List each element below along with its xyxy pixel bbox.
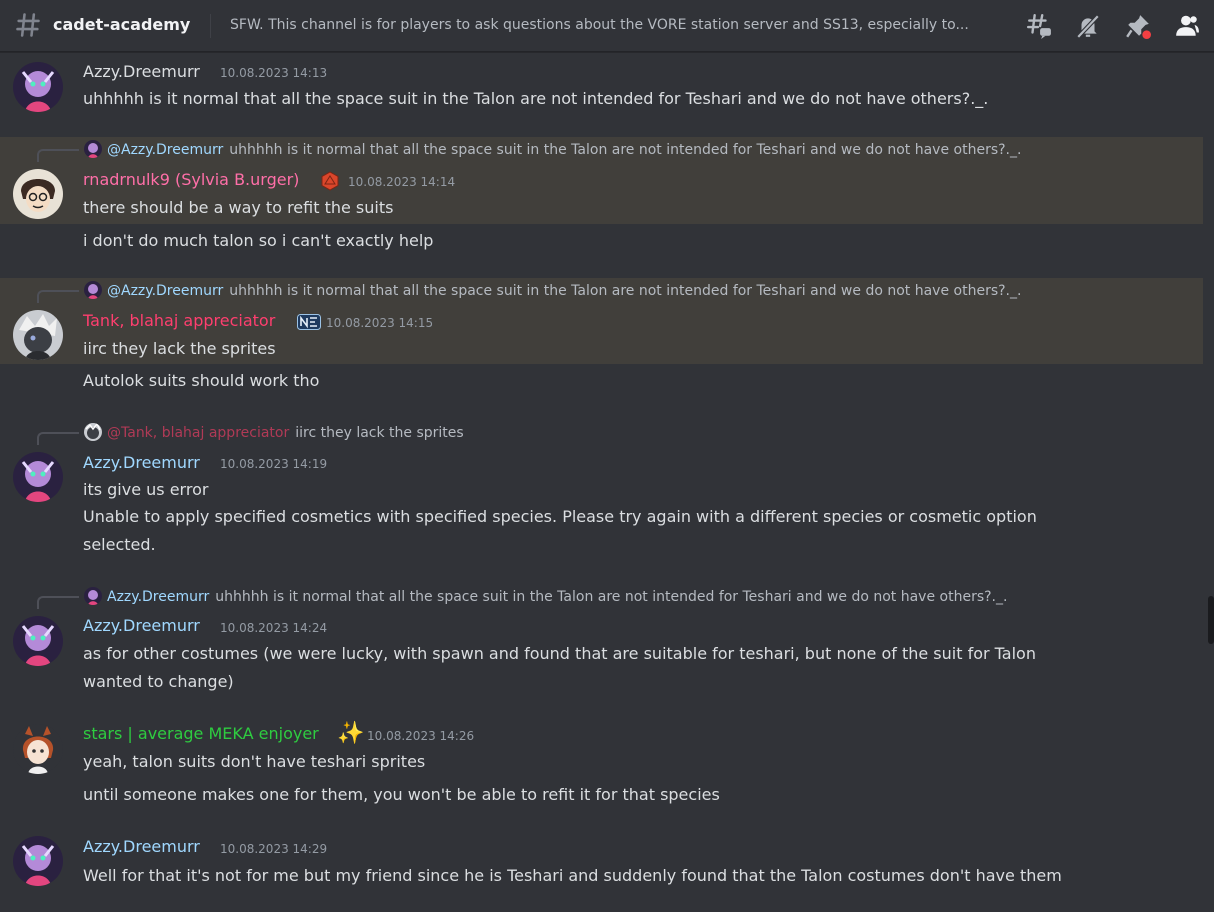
message-text: its give us error [83,480,209,499]
username[interactable]: Azzy.Dreemurr [83,453,200,472]
channel-header: cadet-academy SFW. This channel is for p… [0,0,1214,52]
avatar[interactable] [13,836,63,886]
timestamp: 10.08.2023 14:19 [220,457,328,471]
message[interactable]: @Tank, blahaj appreciator iirc they lack … [0,420,1203,562]
server-tag-icon [297,314,321,330]
message-text: uhhhhh is it normal that all the space s… [83,89,989,108]
avatar[interactable] [13,310,63,360]
timestamp: 10.08.2023 14:14 [348,175,456,189]
scrollbar-thumb[interactable] [1208,596,1214,644]
message-text: Unable to apply specified cosmetics with… [83,507,1037,526]
reply-author[interactable]: Azzy.Dreemurr [107,589,209,605]
message-text: wanted to change) [83,672,234,691]
reply-spine [37,149,79,162]
message-text: there should be a way to refit the suits [83,198,394,217]
username[interactable]: Azzy.Dreemurr [83,62,200,81]
reply-author[interactable]: @Tank, blahaj appreciator [107,425,289,441]
avatar[interactable] [13,616,63,666]
message-text: as for other costumes (we were lucky, wi… [83,644,1036,663]
d20-dice-icon [321,171,339,191]
reply-text[interactable]: uhhhhh is it normal that all the space s… [229,283,1021,299]
reply-text[interactable]: iirc they lack the sprites [295,425,463,441]
bell-muted-icon[interactable] [1075,13,1101,39]
message-followup[interactable]: Autolok suits should work tho [0,364,1203,398]
message-text: selected. [83,535,156,554]
avatar[interactable] [13,724,63,774]
avatar[interactable] [13,452,63,502]
reply-spine [37,290,79,303]
timestamp: 10.08.2023 14:24 [220,621,328,635]
reply-avatar [84,423,102,441]
reply-avatar [84,140,102,158]
timestamp: 10.08.2023 14:15 [326,316,434,330]
message-text: Well for that it's not for me but my fri… [83,866,1062,885]
timestamp: 10.08.2023 14:26 [367,729,475,743]
threads-icon[interactable] [1026,13,1052,39]
message-text: i don't do much talon so i can't exactly… [83,231,434,250]
avatar[interactable] [13,62,63,112]
reply-preview[interactable]: Azzy.Dreemurr uhhhhh is it normal that al… [84,587,1007,607]
username[interactable]: Azzy.Dreemurr [83,837,200,856]
message-text: Autolok suits should work tho [83,371,320,390]
username[interactable]: Azzy.Dreemurr [83,616,200,635]
reply-preview[interactable]: @Tank, blahaj appreciator iirc they lack … [84,423,464,443]
reply-spine [37,432,79,445]
message[interactable]: Azzy.Dreemurr 10.08.2023 14:13 uhhhhh is… [0,58,1203,116]
message-followup[interactable]: i don't do much talon so i can't exactly… [0,224,1203,258]
timestamp: 10.08.2023 14:13 [220,66,328,80]
reply-text[interactable]: uhhhhh is it normal that all the space s… [229,142,1021,158]
reply-avatar [84,281,102,299]
message[interactable]: stars | average MEKA enjoyer ✨ 10.08.202… [0,718,1203,814]
reply-preview[interactable]: @Azzy.Dreemurr uhhhhh is it normal that a… [84,281,1021,301]
sparkles-icon: ✨ [337,721,365,746]
channel-name: cadet-academy [53,15,191,34]
header-divider [210,14,211,38]
message-text: until someone makes one for them, you wo… [83,785,720,804]
message-text: yeah, talon suits don't have teshari spr… [83,752,426,771]
username[interactable]: Tank, blahaj appreciator [83,311,275,330]
message-text: iirc they lack the sprites [83,339,276,358]
hashtag-icon [16,13,40,37]
message[interactable]: @Azzy.Dreemurr uhhhhh is it normal that a… [0,137,1203,224]
members-icon[interactable] [1174,13,1200,39]
timestamp: 10.08.2023 14:29 [220,842,328,856]
reply-author[interactable]: @Azzy.Dreemurr [107,142,223,158]
reply-avatar [84,587,102,605]
channel-topic[interactable]: SFW. This channel is for players to ask … [230,17,1015,33]
reply-preview[interactable]: @Azzy.Dreemurr uhhhhh is it normal that a… [84,140,1021,160]
message[interactable]: Azzy.Dreemurr uhhhhh is it normal that al… [0,584,1203,698]
reply-author[interactable]: @Azzy.Dreemurr [107,283,223,299]
reply-text[interactable]: uhhhhh is it normal that all the space s… [215,589,1007,605]
reply-spine [37,596,79,609]
avatar[interactable] [13,169,63,219]
username[interactable]: rnadrnulk9 (Sylvia B.urger) [83,170,299,189]
username[interactable]: stars | average MEKA enjoyer [83,724,319,743]
pin-icon[interactable] [1125,13,1151,39]
message[interactable]: @Azzy.Dreemurr uhhhhh is it normal that a… [0,278,1203,364]
message[interactable]: Azzy.Dreemurr 10.08.2023 14:29 Well for … [0,830,1203,900]
